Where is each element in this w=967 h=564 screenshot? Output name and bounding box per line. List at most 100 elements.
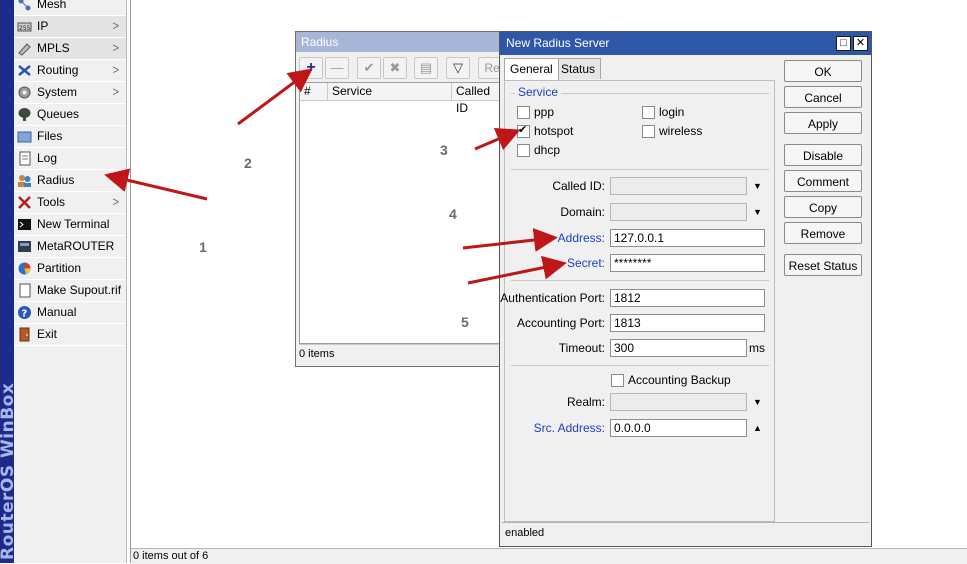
menu-label: Manual — [37, 305, 77, 319]
apply-button[interactable]: Apply — [784, 112, 862, 134]
menu-label: Tools — [37, 195, 66, 209]
domain-dropdown-icon[interactable]: ▼ — [753, 203, 762, 221]
radius-window-title[interactable]: Radius — [296, 32, 506, 52]
dhcp-label: dhcp — [534, 143, 561, 157]
section-divider — [511, 169, 769, 170]
section-divider — [511, 365, 769, 366]
column-header-number[interactable]: # — [300, 83, 328, 100]
realm-dropdown-icon[interactable]: ▼ — [753, 393, 762, 411]
radius-users-icon — [17, 173, 32, 188]
domain-label: Domain: — [560, 205, 605, 219]
menu-item-queues[interactable]: Queues — [14, 104, 126, 126]
menu-item-log[interactable]: Log — [14, 148, 126, 170]
menu-item-mesh[interactable]: Mesh — [14, 0, 126, 16]
menu-item-new-terminal[interactable]: New Terminal — [14, 214, 126, 236]
dhcp-checkbox[interactable] — [517, 144, 530, 157]
menu-item-radius[interactable]: Radius — [14, 170, 126, 192]
section-divider — [511, 280, 769, 281]
called-id-label: Called ID: — [552, 179, 605, 193]
menu-item-files[interactable]: Files — [14, 126, 126, 148]
annotation-number-5: 5 — [461, 314, 469, 330]
gear-icon — [17, 85, 32, 100]
disable-button[interactable]: ✖ — [383, 57, 407, 79]
queues-icon — [17, 107, 32, 122]
reset-status-button[interactable]: Reset Status — [784, 254, 862, 276]
wireless-checkbox[interactable] — [642, 125, 655, 138]
src-address-collapse-icon[interactable]: ▲ — [753, 419, 762, 437]
tab-status[interactable]: Status — [555, 58, 602, 79]
menu-label: MetaROUTER — [37, 239, 115, 253]
copy-button[interactable]: Copy — [784, 196, 862, 218]
menu-item-manual[interactable]: ? Manual — [14, 302, 126, 324]
service-section-title: Service — [515, 85, 562, 99]
menu-item-system[interactable]: System ᐳ — [14, 82, 126, 104]
timeout-input[interactable]: 300 — [610, 339, 747, 357]
tools-icon — [17, 195, 32, 210]
exit-icon — [17, 327, 32, 342]
enable-button[interactable]: ✔ — [357, 57, 381, 79]
login-checkbox[interactable] — [642, 106, 655, 119]
workspace-status: 0 items out of 6 — [131, 548, 967, 564]
auth-port-input[interactable]: 1812 — [610, 289, 765, 307]
mesh-icon — [17, 0, 32, 12]
src-address-input[interactable]: 0.0.0.0 — [610, 419, 747, 437]
ppp-checkbox[interactable] — [517, 106, 530, 119]
address-input[interactable]: 127.0.0.1 — [610, 229, 765, 247]
acct-port-input[interactable]: 1813 — [610, 314, 765, 332]
menu-label: New Terminal — [37, 217, 110, 231]
dialog-status-bar: enabled — [502, 522, 869, 543]
comment-button[interactable]: Comment — [784, 170, 862, 192]
called-id-dropdown-icon[interactable]: ▼ — [753, 177, 762, 195]
menu-item-partition[interactable]: Partition — [14, 258, 126, 280]
disable-button[interactable]: Disable — [784, 144, 862, 166]
domain-input[interactable] — [610, 203, 747, 221]
dialog-title-bar[interactable]: New Radius Server □ ✕ — [500, 32, 871, 55]
cancel-button[interactable]: Cancel — [784, 86, 862, 108]
ip-icon: 255 — [17, 19, 32, 34]
address-label: Address: — [557, 231, 605, 245]
called-id-input[interactable] — [610, 177, 747, 195]
menu-item-exit[interactable]: Exit — [14, 324, 126, 346]
accounting-backup-checkbox[interactable] — [611, 374, 624, 387]
help-icon: ? — [17, 305, 32, 320]
menu-item-tools[interactable]: Tools ᐳ — [14, 192, 126, 214]
ok-button[interactable]: OK — [784, 60, 862, 82]
side-menu: Mesh 255 IP ᐳ MPLS ᐳ Routing ᐳ System ᐳ … — [14, 0, 127, 563]
submenu-arrow-icon: ᐳ — [112, 65, 119, 75]
menu-label: Routing — [37, 63, 79, 77]
hotspot-checkbox[interactable] — [517, 123, 530, 138]
menu-item-ip[interactable]: 255 IP ᐳ — [14, 16, 126, 38]
add-button[interactable]: + — [299, 57, 323, 79]
svg-text:?: ? — [22, 309, 28, 320]
filter-button[interactable]: ▽ — [446, 57, 470, 79]
menu-item-metarouter[interactable]: MetaROUTER — [14, 236, 126, 258]
svg-text:255: 255 — [19, 25, 31, 32]
comment-button[interactable]: ▤ — [414, 57, 438, 79]
close-icon[interactable]: ✕ — [853, 36, 868, 51]
secret-input[interactable]: ******** — [610, 254, 765, 272]
column-header-called-id[interactable]: Called ID — [452, 83, 504, 115]
mpls-icon — [17, 41, 32, 56]
realm-input[interactable] — [610, 393, 747, 411]
annotation-number-4: 4 — [449, 206, 457, 222]
menu-label: Exit — [37, 327, 58, 341]
menu-item-mpls[interactable]: MPLS ᐳ — [14, 38, 126, 60]
log-icon — [17, 151, 32, 166]
remove-button[interactable]: — — [325, 57, 349, 79]
menu-item-make-supout[interactable]: Make Supout.rif — [14, 280, 126, 302]
acct-port-label: Accounting Port: — [516, 316, 605, 330]
radius-window: Radius + — ✔ ✖ ▤ ▽ Re # Service Called I… — [295, 31, 507, 367]
menu-label: IP — [37, 19, 49, 33]
annotation-number-1: 1 — [199, 239, 207, 255]
menu-item-routing[interactable]: Routing ᐳ — [14, 60, 126, 82]
column-header-service[interactable]: Service — [328, 83, 452, 100]
auth-port-label: Authentication Port: — [500, 291, 605, 305]
maximize-icon[interactable]: □ — [836, 36, 851, 51]
tab-general[interactable]: General — [504, 58, 559, 80]
general-panel: Service ppp login hotspot wireless dhcp … — [500, 80, 775, 522]
remove-button[interactable]: Remove — [784, 222, 862, 244]
ppp-label: ppp — [534, 105, 555, 119]
menu-label: Make Supout.rif — [37, 283, 122, 297]
accounting-backup-label: Accounting Backup — [628, 373, 731, 387]
menu-label: Log — [37, 151, 58, 165]
